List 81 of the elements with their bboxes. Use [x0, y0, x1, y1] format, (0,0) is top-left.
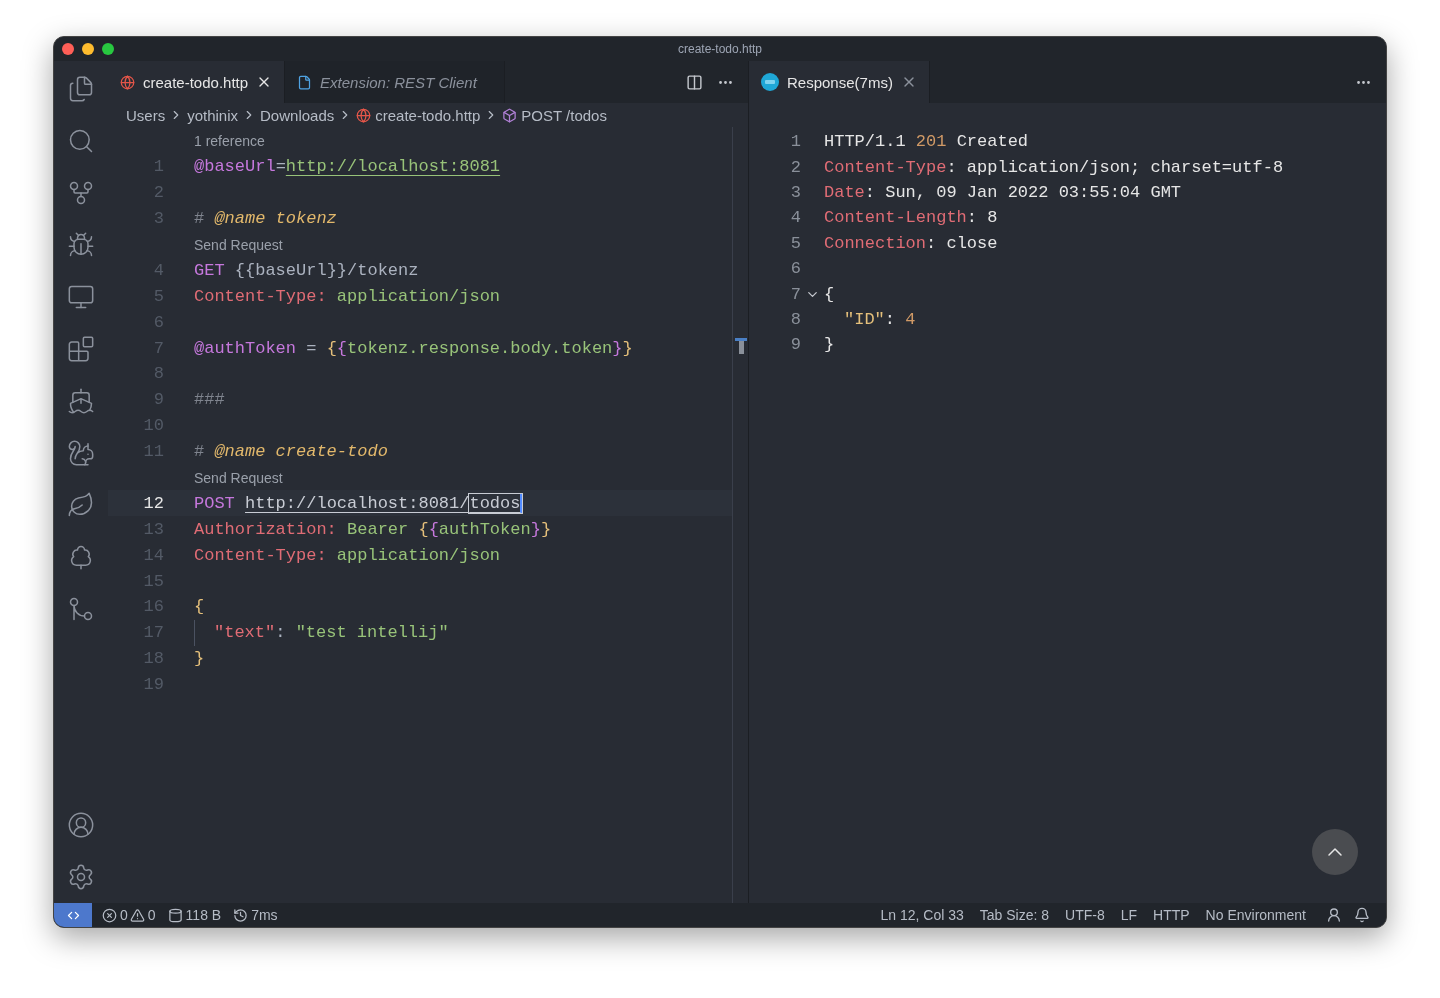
line-number: 5: [789, 233, 801, 253]
code-line: HTTP/1.1 201 Created: [824, 132, 1029, 152]
code-line: Connection: close: [824, 233, 998, 253]
code-line: # @name tokenz: [194, 209, 337, 229]
codelens-link[interactable]: Send Request: [194, 469, 283, 486]
line-number: 9: [789, 335, 801, 355]
code-line: @baseUrl=http://localhost:8081: [194, 157, 501, 177]
remote-button[interactable]: [54, 903, 92, 927]
status-item[interactable]: 7ms: [248, 907, 290, 923]
minimize-window-button[interactable]: [82, 43, 94, 55]
line-number: 3: [789, 182, 801, 202]
code-line: Content-Type: application/json: [194, 545, 501, 565]
status-item[interactable]: Ln 12, Col 33: [872, 907, 972, 923]
line-number: 12: [142, 493, 164, 513]
breadcrumb[interactable]: POST /todos: [521, 106, 607, 124]
monitor-icon[interactable]: [67, 283, 95, 311]
code-line: "ID": 4: [844, 309, 916, 329]
file-icon: [297, 74, 313, 90]
codelens-link[interactable]: 1 reference: [194, 132, 265, 149]
extensions-icon[interactable]: [67, 335, 95, 363]
code-line: Content-Type: application/json: [194, 286, 501, 306]
rest-client-icon: [761, 73, 779, 91]
feedback-icon[interactable]: [1326, 907, 1342, 923]
code-line: "text": "test intellij": [214, 623, 449, 643]
code-line: ###: [194, 390, 225, 410]
code-line: }: [194, 649, 205, 669]
cylinder-icon: [167, 907, 183, 923]
status-item[interactable]: No Environment: [1197, 907, 1314, 923]
leaf-icon[interactable]: [67, 491, 95, 519]
code-line: {: [194, 597, 205, 617]
status-item[interactable]: HTTP: [1145, 907, 1198, 923]
close-window-button[interactable]: [62, 43, 74, 55]
line-number: 6: [789, 259, 801, 279]
status-item[interactable]: LF: [1112, 907, 1146, 923]
status-item[interactable]: 118 B: [182, 907, 234, 923]
ruler-marker: [735, 338, 747, 354]
branch-icon[interactable]: [67, 179, 95, 207]
ship-icon[interactable]: [67, 387, 95, 415]
warning-icon: [129, 907, 145, 923]
bug-icon[interactable]: [67, 231, 95, 259]
code-line: # @name create-todo: [194, 442, 388, 462]
account-icon[interactable]: [67, 811, 95, 839]
breadcrumb[interactable]: Downloads: [260, 106, 335, 124]
line-number: 4: [789, 208, 801, 228]
notifications-icon[interactable]: [1354, 907, 1370, 923]
code-line: Content-Length: 8: [824, 208, 998, 228]
editor-tab[interactable]: Response(7ms): [749, 61, 930, 103]
line-number: 8: [789, 309, 801, 329]
code-line: Authorization: Bearer {{authToken}}: [194, 519, 552, 539]
error-icon: [102, 907, 117, 923]
codelens-link[interactable]: Send Request: [194, 236, 283, 253]
zoom-window-button[interactable]: [102, 43, 114, 55]
code-line: {: [824, 284, 835, 304]
breadcrumb[interactable]: yothinix: [187, 106, 239, 124]
code-line: Date: Sun, 09 Jan 2022 03:55:04 GMT: [824, 182, 1182, 202]
search-icon[interactable]: [67, 127, 95, 155]
code-line: Content-Type: application/json; charset=utf-8: [824, 157, 1284, 177]
code-line: }: [824, 335, 835, 355]
window-title: create-todo.http: [677, 42, 763, 56]
code-line: POST http://localhost:8081/todos: [194, 493, 523, 513]
files-icon[interactable]: [67, 75, 95, 103]
code-line: @authToken = {{tokenz.response.body.token}}: [194, 338, 633, 358]
line-number: 7: [789, 284, 801, 304]
status-item[interactable]: 0: [117, 907, 130, 923]
code-line: GET {{baseUrl}}/tokenz: [194, 260, 419, 280]
status-item[interactable]: Tab Size: 8: [971, 907, 1058, 923]
line-number: 2: [789, 157, 801, 177]
squirrel-icon[interactable]: [67, 439, 95, 467]
split-editor-icon[interactable]: [686, 73, 703, 91]
status-item[interactable]: 0: [144, 907, 168, 923]
breadcrumb[interactable]: Users: [126, 106, 166, 124]
merge-icon[interactable]: [67, 595, 95, 623]
globe-icon: [120, 74, 135, 90]
status-item[interactable]: UTF-8: [1057, 907, 1113, 923]
history-icon: [233, 907, 249, 923]
settings-icon[interactable]: [67, 863, 95, 891]
breadcrumb[interactable]: create-todo.http: [375, 106, 481, 124]
globe-icon: [356, 107, 372, 123]
line-number: 1: [789, 132, 801, 152]
cube-icon: [502, 107, 518, 123]
editor-tab[interactable]: create-todo.http: [108, 61, 286, 103]
